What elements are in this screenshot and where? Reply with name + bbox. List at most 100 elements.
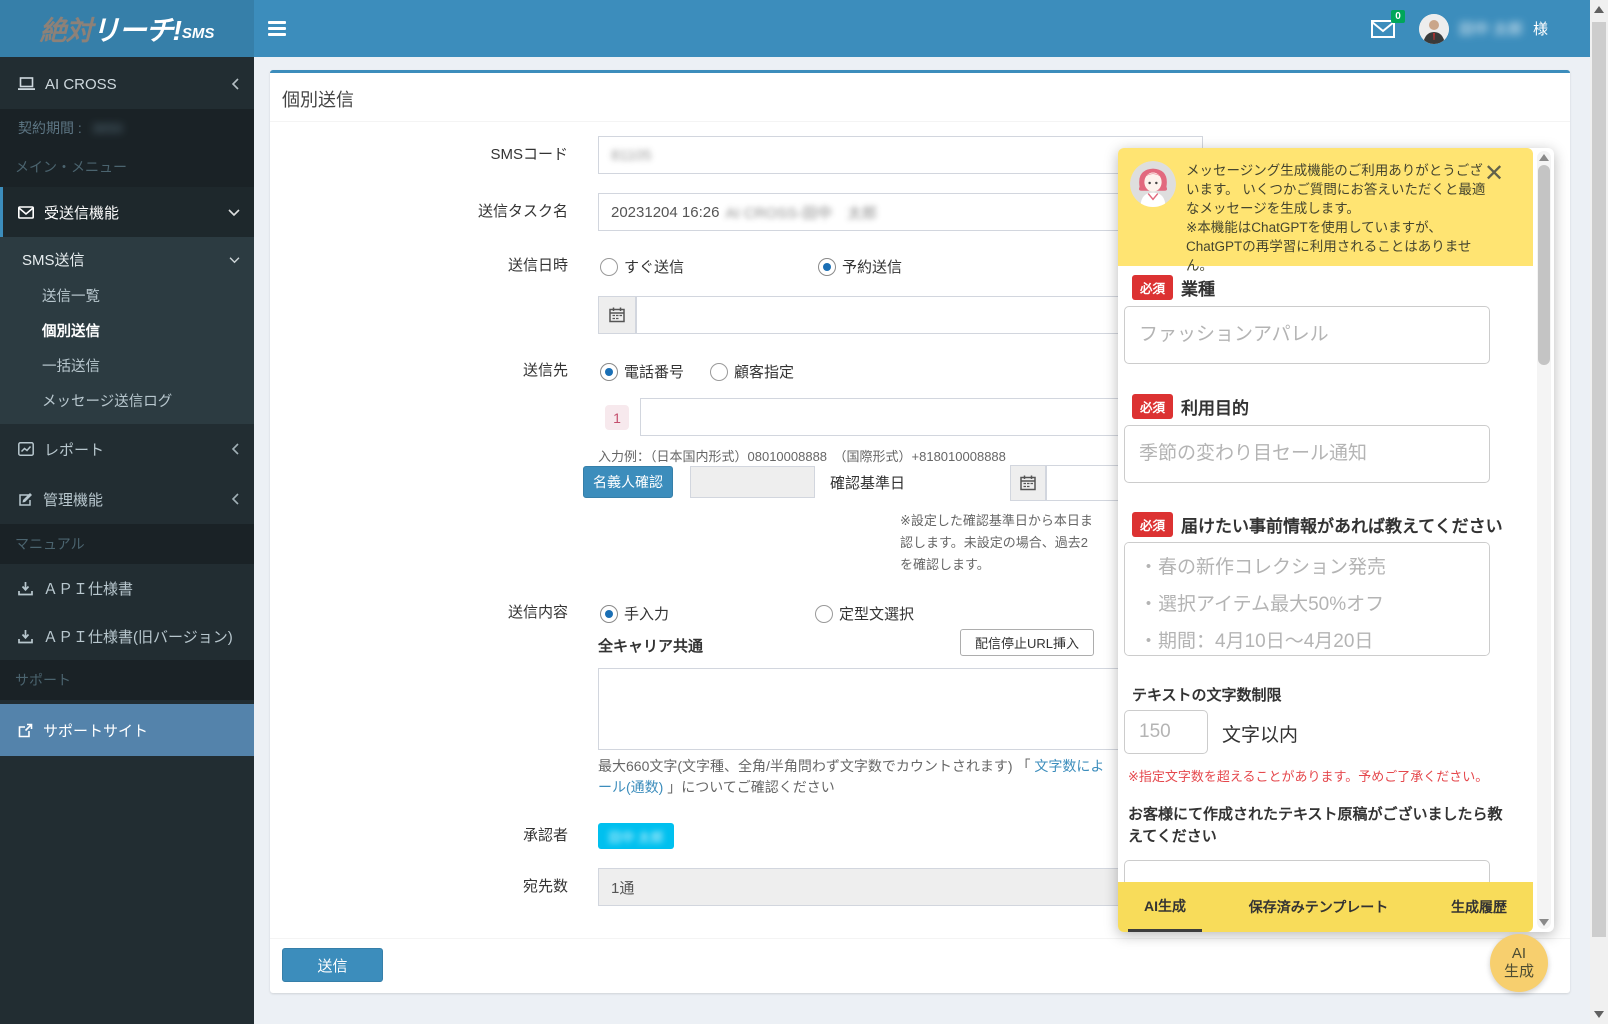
sidebar-item-label: 受送信機能 (44, 204, 120, 222)
sidebar-item-messaging[interactable]: 受送信機能 (0, 187, 254, 237)
scroll-up-icon[interactable] (1539, 154, 1549, 161)
sidebar-item-admin[interactable]: 管理機能 (0, 474, 254, 524)
sidebar-header-manual: マニュアル (0, 524, 254, 564)
char-count-link[interactable]: 文字数によ (1034, 758, 1104, 774)
radio-send-now[interactable]: すぐ送信 (600, 256, 684, 277)
phone-row-index: 1 (605, 405, 629, 430)
contract-value: 3650 (91, 120, 123, 136)
industry-label-text: 業種 (1181, 280, 1216, 299)
message-body-textarea[interactable] (598, 668, 1203, 750)
radio-manual-input[interactable]: 手入力 (600, 603, 669, 624)
task-name-value: 20231204 16:26 (611, 203, 720, 221)
sidebar-item-support-site[interactable]: サポートサイト (0, 704, 254, 756)
radio-label: すぐ送信 (624, 259, 685, 276)
ai-panel-scrollbar[interactable] (1537, 151, 1551, 929)
required-badge: 必須 (1132, 275, 1174, 300)
base-date-note-line3: を確認します。 (900, 557, 990, 572)
page-title: 個別送信 (282, 90, 354, 110)
name-check-button[interactable]: 名義人確認 (583, 466, 673, 498)
sidebar-item-send-list[interactable]: 送信一覧 (0, 278, 254, 313)
radio-circle-icon (600, 604, 618, 623)
info-textarea[interactable] (1124, 542, 1490, 656)
ai-generate-fab[interactable]: AI 生成 (1490, 934, 1548, 992)
calendar-addon-button[interactable] (598, 296, 636, 334)
sidebar-item-ai-cross[interactable]: AI CROSS (0, 59, 254, 109)
unsubscribe-url-button[interactable]: 配信停止URL挿入 (960, 629, 1094, 656)
radio-circle-icon (818, 257, 836, 276)
sidebar-item-report[interactable]: レポート (0, 424, 254, 474)
recipient-count-value: 1通 (611, 879, 635, 897)
sidebar-item-api-doc[interactable]: ＡＰＩ仕様書 (0, 564, 254, 612)
scroll-down-icon[interactable] (1594, 1011, 1604, 1018)
chart-icon (18, 442, 34, 456)
radio-customer-specify[interactable]: 顧客指定 (710, 361, 794, 382)
sidebar-item-message-log[interactable]: メッセージ送信ログ (0, 383, 254, 418)
sidebar-item-label: ＡＰＩ仕様書 (43, 580, 134, 598)
sidebar-toggle-icon[interactable] (268, 21, 286, 36)
radio-label: 予約送信 (842, 259, 903, 276)
sms-code-input[interactable]: 81105 (598, 136, 1203, 174)
charlimit-warning: ※指定文字数を超えることがあります。予めご了承ください。 (1128, 769, 1489, 784)
download-icon (18, 629, 33, 643)
industry-input[interactable] (1124, 306, 1490, 364)
ai-panel-header: メッセージング生成機能のご利用ありがとうございます。 いくつかご質問にお答えいた… (1118, 148, 1533, 273)
approver-label: 承認者 (522, 827, 568, 844)
tab-generation-history[interactable]: 生成履歴 (1435, 882, 1523, 932)
purpose-field-label: 必須 利用目的 (1132, 394, 1249, 419)
sidebar: AI CROSS 契約期間 : 3650 メイン・メニュー 受送信機能 SMS送… (0, 57, 254, 1024)
user-name-suffix: 様 (1532, 21, 1548, 38)
scroll-up-icon[interactable] (1594, 6, 1604, 13)
window-scrollbar[interactable] (1590, 0, 1608, 1024)
approver-name: 田中 太郎 (608, 829, 664, 845)
radio-send-scheduled[interactable]: 予約送信 (818, 256, 902, 277)
close-icon[interactable]: ✕ (1484, 162, 1504, 186)
ai-intro-note: ※本機能はChatGPTを使用していますが、ChatGPTの再学習に利用されるこ… (1186, 220, 1472, 273)
recipient-label: 送信先 (522, 362, 568, 379)
user-avatar (1418, 13, 1449, 44)
fab-line2: 生成 (1503, 963, 1534, 980)
radio-label: 電話番号 (624, 364, 685, 381)
radio-template-select[interactable]: 定型文選択 (815, 603, 914, 624)
user-menu[interactable]: 田中 太郎 様 (1418, 13, 1548, 44)
sidebar-item-api-doc-old[interactable]: ＡＰＩ仕様書(旧バージョン) (0, 612, 254, 660)
sidebar-item-label: SMS送信 (22, 252, 85, 269)
sidebar-item-individual-send[interactable]: 個別送信 (0, 313, 254, 348)
char-count-link2[interactable]: ール(通数) (598, 779, 663, 795)
charlimit-suffix: 文字以内 (1222, 725, 1299, 746)
pencil-square-icon (19, 492, 32, 506)
scrollbar-thumb[interactable] (1592, 22, 1606, 937)
task-name-label: 送信タスク名 (477, 203, 568, 220)
submit-button[interactable]: 送信 (282, 948, 383, 982)
scroll-down-icon[interactable] (1539, 919, 1549, 926)
radio-circle-icon (710, 362, 728, 381)
charlimit-input[interactable] (1124, 710, 1208, 754)
ai-intro-main: メッセージング生成機能のご利用ありがとうございます。 いくつかご質問にお答えいた… (1186, 163, 1486, 216)
sms-code-value: 81105 (611, 146, 652, 164)
base-date-note-line2: 認します。未設定の場合、過去2 (900, 535, 1088, 550)
purpose-input[interactable] (1124, 425, 1490, 483)
download-icon (18, 581, 33, 595)
tab-saved-templates[interactable]: 保存済みテンプレート (1233, 882, 1405, 932)
info-label-text: 届けたい事前情報があれば教えてください (1181, 517, 1503, 536)
base-date-note: ※設定した確認基準日から本日ま 認します。未設定の場合、過去2 を確認します。 (900, 510, 1093, 576)
radio-label: 手入力 (624, 606, 670, 623)
chevron-left-icon (231, 443, 239, 455)
card-footer-divider (270, 938, 1570, 939)
sidebar-header-support: サポート (0, 660, 254, 700)
radio-phone-number[interactable]: 電話番号 (600, 361, 684, 382)
chevron-left-icon (231, 78, 239, 90)
scrollbar-thumb[interactable] (1538, 165, 1550, 365)
max-chars-note-suffix: 」についてご確認ください (663, 779, 835, 795)
app-logo[interactable]: 絶対 リーチ! SMS (0, 0, 254, 57)
base-date-calendar-button[interactable] (1010, 465, 1046, 501)
mail-button[interactable]: 0 (1370, 9, 1405, 40)
sidebar-item-bulk-send[interactable]: 一括送信 (0, 348, 254, 383)
sidebar-item-label: ＡＰＩ仕様書(旧バージョン) (43, 628, 233, 646)
approver-badge[interactable]: 田中 太郎 (598, 823, 674, 849)
contract-label: 契約期間 : (18, 120, 82, 136)
sms-code-label: SMSコード (490, 146, 568, 163)
task-name-input[interactable]: 20231204 16:26 AI CROSS-田中 太郎 (598, 193, 1203, 231)
tab-ai-generate[interactable]: AI生成 (1128, 882, 1202, 932)
sidebar-header-main-menu: メイン・メニュー (0, 147, 254, 187)
sidebar-item-sms-group[interactable]: SMS送信 (0, 241, 254, 278)
